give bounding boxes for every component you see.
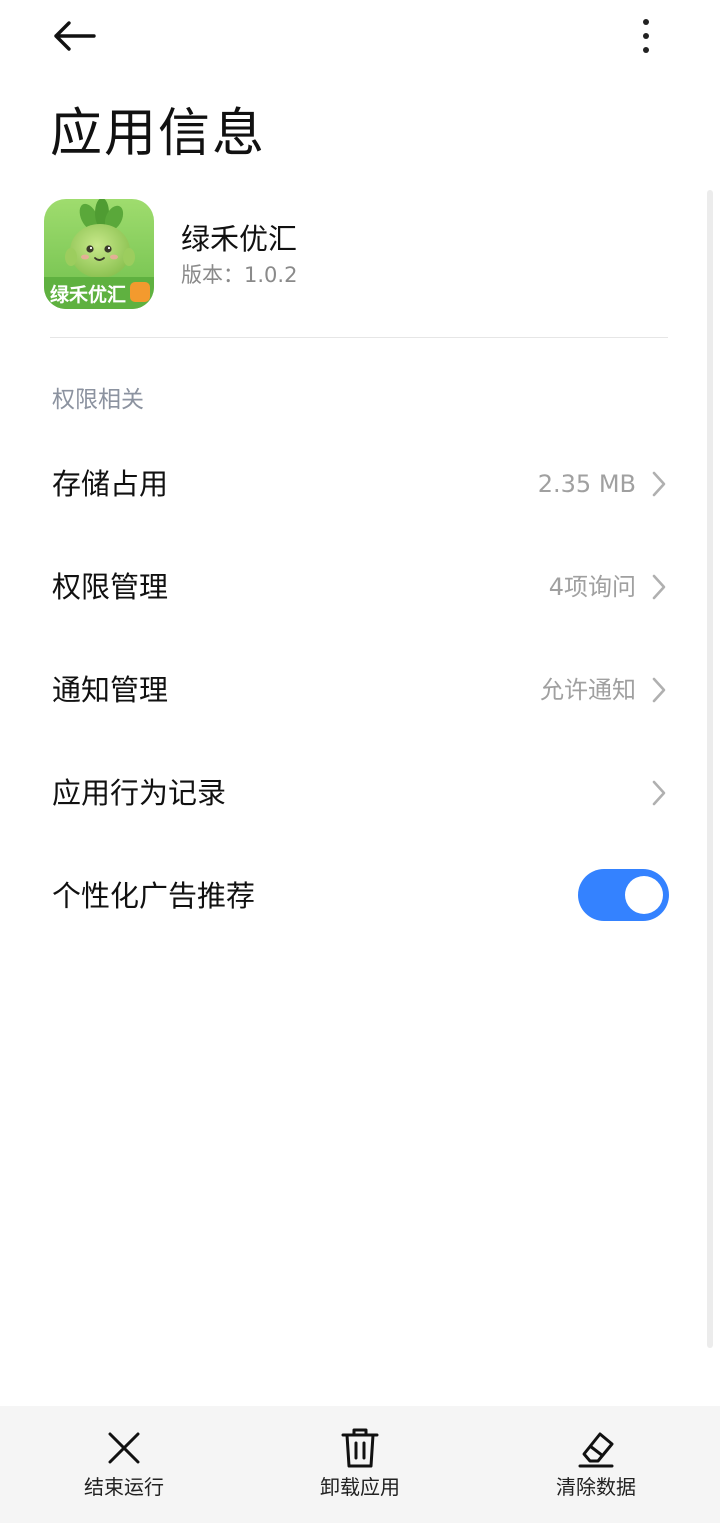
uninstall-button[interactable]: 卸载应用 [260,1406,460,1523]
action-label: 结束运行 [84,1475,164,1499]
app-name: 绿禾优汇 [181,222,298,256]
app-behavior-log-row[interactable]: 应用行为记录 [0,743,720,843]
row-label: 应用行为记录 [52,776,227,810]
chevron-right-icon [652,574,666,600]
bottom-action-bar: 结束运行 卸载应用 清除数据 [0,1406,720,1523]
personalized-ads-toggle[interactable] [578,869,669,921]
eraser-icon [578,1432,614,1468]
action-label: 清除数据 [556,1475,636,1499]
permissions-row[interactable]: 权限管理 4项询问 [0,537,720,637]
more-vertical-icon [643,19,649,53]
app-version: 版本：1.0.2 [181,263,298,287]
app-icon-label: 绿禾优汇 [50,283,126,306]
row-label: 存储占用 [52,467,169,501]
divider [50,337,668,338]
page-title: 应用信息 [50,104,267,164]
more-options-button[interactable] [622,12,670,60]
row-value: 2.35 MB [537,470,636,498]
toggle-knob [625,876,663,914]
action-label: 卸载应用 [320,1475,400,1499]
close-icon [108,1432,140,1464]
chevron-right-icon [652,471,666,497]
section-label: 权限相关 [52,387,144,413]
back-button[interactable] [44,12,104,60]
row-value: 允许通知 [540,676,636,704]
row-label: 权限管理 [52,570,169,604]
app-icon: 绿禾优汇 [44,199,154,309]
back-arrow-icon [54,21,96,51]
notifications-row[interactable]: 通知管理 允许通知 [0,640,720,740]
chevron-right-icon [652,677,666,703]
chevron-right-icon [652,780,666,806]
force-stop-button[interactable]: 结束运行 [24,1406,224,1523]
app-header: 绿禾优汇 绿禾优汇 版本：1.0.2 [44,199,670,309]
storage-row[interactable]: 存储占用 2.35 MB [0,434,720,534]
row-label: 个性化广告推荐 [52,879,256,913]
top-bar [0,0,720,80]
row-label: 通知管理 [52,673,169,707]
clear-data-button[interactable]: 清除数据 [496,1406,696,1523]
row-value: 4项询问 [548,573,636,601]
trash-icon [341,1428,379,1468]
